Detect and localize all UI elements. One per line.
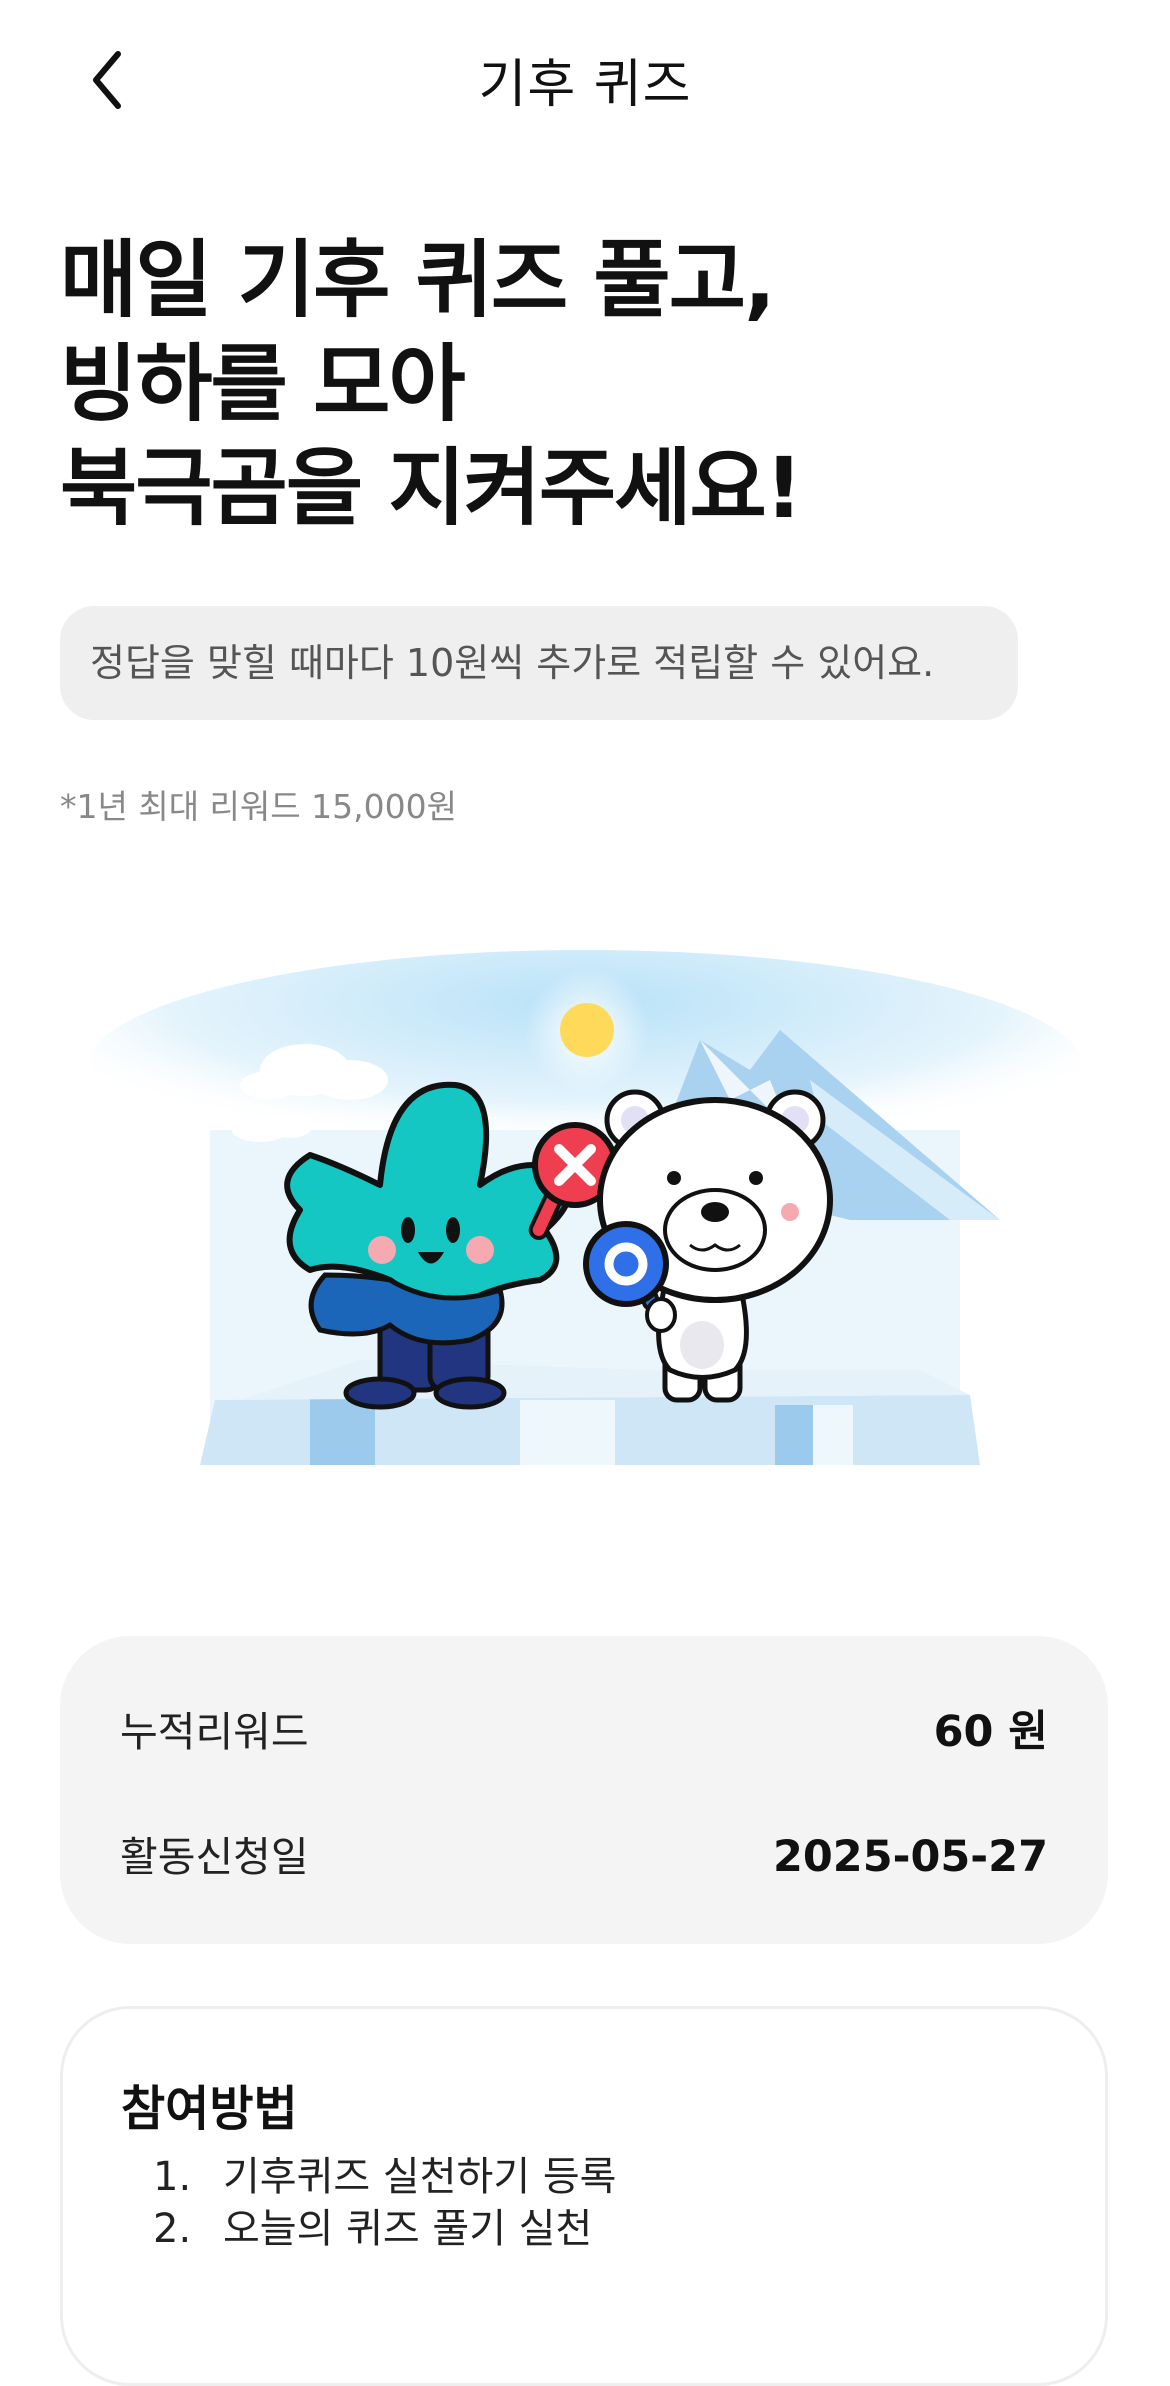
headline-line-3: 북극곰을 지켜주세요!	[60, 439, 803, 537]
how-to-title: 참여방법	[121, 2081, 298, 2137]
accumulated-reward-row: 누적리워드 60 원	[120, 1702, 1048, 1762]
page-title: 기후 퀴즈	[478, 55, 692, 115]
how-to-participate-card: 참여방법 1. 기후퀴즈 실천하기 등록 2. 오늘의 퀴즈 풀기 실천	[60, 2006, 1108, 2386]
list-item: 2. 오늘의 퀴즈 풀기 실천	[153, 2203, 616, 2255]
step-text: 오늘의 퀴즈 풀기 실천	[223, 2206, 593, 2252]
max-reward-note: *1년 최대 리워드 15,000원	[60, 787, 457, 826]
app-header: 기후 퀴즈	[0, 0, 1170, 160]
accumulated-reward-label: 누적리워드	[120, 1708, 309, 1756]
step-number: 2.	[153, 2206, 192, 2252]
step-number: 1.	[153, 2154, 192, 2200]
reward-info-pill: 정답을 맞힐 때마다 10원씩 추가로 적립할 수 있어요.	[60, 606, 1018, 720]
signup-date-label: 활동신청일	[120, 1833, 309, 1881]
climate-quiz-illustration	[90, 950, 1080, 1465]
ice-floe	[200, 1360, 980, 1465]
how-to-steps: 1. 기후퀴즈 실천하기 등록 2. 오늘의 퀴즈 풀기 실천	[153, 2151, 616, 2255]
reward-summary-card: 누적리워드 60 원 활동신청일 2025-05-27	[60, 1636, 1108, 1944]
list-item: 1. 기후퀴즈 실천하기 등록	[153, 2151, 616, 2203]
sun-icon	[560, 1003, 614, 1057]
headline-line-1: 매일 기후 퀴즈 풀고,	[60, 231, 776, 329]
signup-date-row: 활동신청일 2025-05-27	[120, 1827, 1048, 1887]
accumulated-reward-value: 60 원	[933, 1707, 1048, 1757]
headline-line-2: 빙하를 모아	[60, 335, 466, 433]
signup-date-value: 2025-05-27	[772, 1832, 1048, 1882]
hero-headline: 매일 기후 퀴즈 풀고, 빙하를 모아 북극곰을 지켜주세요!	[60, 228, 803, 540]
step-text: 기후퀴즈 실천하기 등록	[223, 2154, 617, 2200]
